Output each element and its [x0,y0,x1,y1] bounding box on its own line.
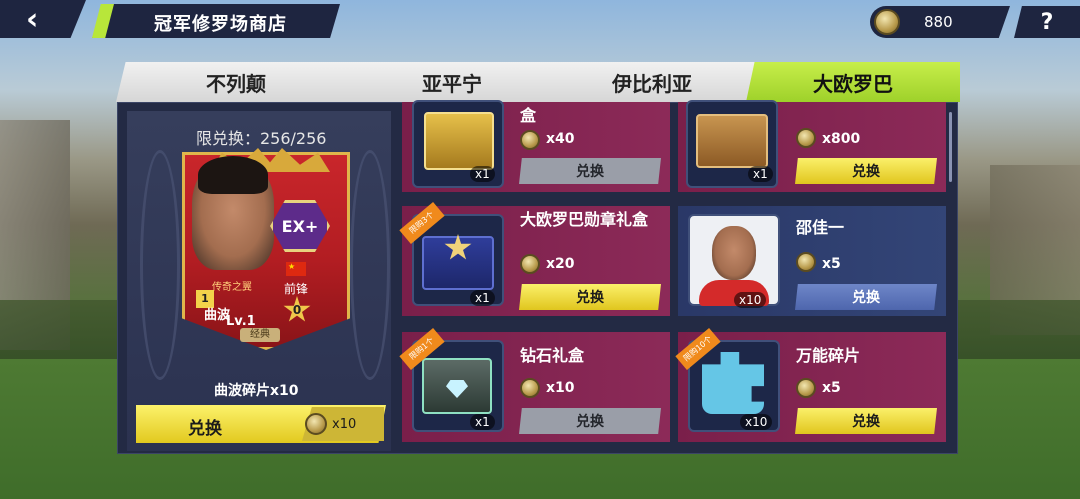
laurel-left-icon [140,150,180,380]
laurel-right-icon [350,150,390,380]
item-name: 盒 [520,106,537,125]
coin-icon [874,9,900,35]
card-tag: 传奇之翼 [212,282,252,293]
item-price: x10 [546,380,575,396]
china-flag-icon: ★ [286,262,306,276]
item-quantity: x10 [734,292,767,308]
page-title: 冠军修罗场商店 [154,14,287,35]
coin-icon [796,378,816,398]
featured-cost: x10 [332,417,357,432]
coin-icon [520,130,540,150]
item-name: 邵佳一 [796,218,845,237]
redeem-button[interactable]: 兑换 [795,158,937,184]
item-quantity: x1 [470,290,495,306]
player-position: 前锋 [284,282,309,296]
featured-item-label: 曲波碎片x10 [214,383,299,399]
item-name: 大欧罗巴勋章礼盒 [520,210,649,229]
player-portrait [712,226,756,280]
item-quantity: x1 [748,166,773,182]
item-price: x20 [546,256,575,272]
coin-icon [796,128,816,148]
back-button[interactable]: ‹ [0,0,86,38]
currency-amount: 880 [924,13,953,31]
help-button[interactable]: ? [1014,6,1080,38]
item-name: 万能碎片 [796,346,861,365]
item-price: x5 [822,256,841,272]
treasure-chest-icon [696,114,768,168]
coin-icon [520,254,540,274]
item-price: x40 [546,131,575,147]
gold-gift-box-icon [424,112,494,170]
redeem-button[interactable]: 兑换 [795,408,937,434]
chevron-left-icon: ‹ [26,1,39,37]
coin-icon [305,413,327,435]
rarity-label: 经典 [240,328,280,342]
redeem-button[interactable]: 兑换 [519,408,661,434]
coin-icon [520,378,540,398]
tab-iberia[interactable]: 伊比利亚 [548,62,756,102]
scrollbar[interactable] [949,112,952,182]
redeem-button[interactable]: 兑换 [795,284,937,310]
redeem-button[interactable]: 兑换 [519,158,661,184]
item-quantity: x10 [740,414,773,430]
player-level: Lv.1 [226,314,256,329]
item-price: x800 [822,131,861,147]
featured-redeem-label: 兑换 [188,419,222,439]
tab-britain[interactable]: 不列颠 [116,62,356,102]
tab-apennine[interactable]: 亚平宁 [344,62,560,102]
player-hair [198,156,268,194]
coin-icon [796,252,816,272]
item-name: 钻石礼盒 [520,346,585,365]
item-quantity: x1 [470,414,495,430]
item-price: x5 [822,380,841,396]
item-quantity: x1 [470,166,495,182]
redeem-button[interactable]: 兑换 [519,284,661,310]
exchange-limit: 限兑换：256/256 [196,129,327,148]
tab-greater-europe[interactable]: 大欧罗巴 [746,62,960,102]
